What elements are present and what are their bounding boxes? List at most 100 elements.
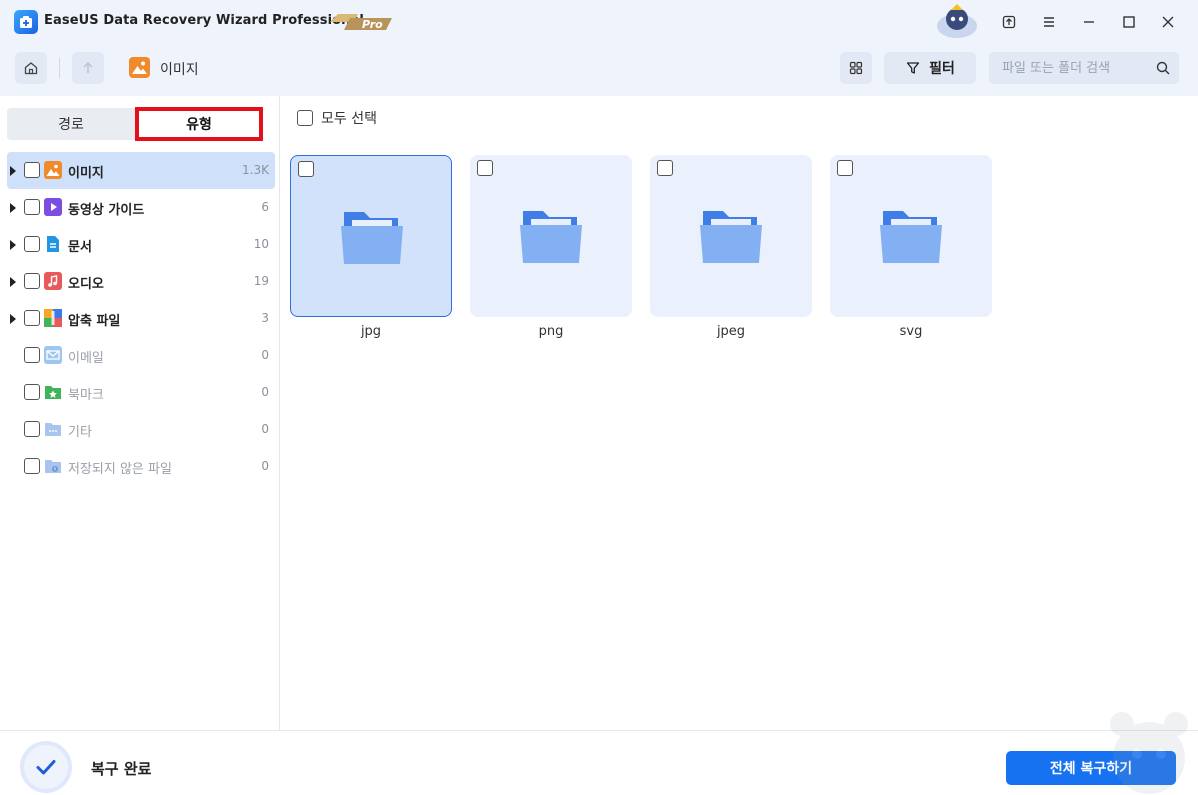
- toolbar-divider: [59, 58, 60, 78]
- folder-name: jpeg: [716, 324, 746, 339]
- email-icon: [44, 346, 62, 364]
- category-row-video[interactable]: 동영상 가이드 6: [7, 189, 275, 226]
- filter-icon: [906, 62, 920, 74]
- checkmark-icon: [20, 741, 72, 793]
- expand-arrow-icon[interactable]: [10, 203, 16, 213]
- category-label: 압축 파일: [68, 314, 121, 329]
- category-count: 10: [253, 237, 269, 251]
- folder-checkbox[interactable]: [837, 160, 853, 176]
- maximize-icon[interactable]: [1116, 9, 1142, 35]
- category-count: 19: [253, 274, 269, 288]
- status-label: 복구 완료: [91, 760, 152, 778]
- category-checkbox[interactable]: [24, 384, 40, 400]
- category-checkbox[interactable]: [24, 458, 40, 474]
- category-row-image[interactable]: 이미지 1.3K: [7, 152, 275, 189]
- menu-icon[interactable]: [1036, 9, 1062, 35]
- filter-button[interactable]: 필터: [884, 52, 976, 84]
- folder-icon: [880, 211, 942, 263]
- search-box: [989, 52, 1179, 84]
- folder-card-svg[interactable]: [830, 155, 992, 317]
- export-icon[interactable]: [996, 9, 1022, 35]
- select-all[interactable]: 모두 선택: [297, 108, 377, 128]
- category-row-other[interactable]: 기타 0: [7, 411, 275, 448]
- unsaved-file-icon: [44, 457, 62, 475]
- category-checkbox[interactable]: [24, 273, 40, 289]
- footer-bar: 복구 완료 전체 복구하기: [0, 730, 1198, 795]
- select-all-label: 모두 선택: [321, 111, 377, 127]
- folder-icon: [700, 211, 762, 263]
- archive-icon: [44, 309, 62, 327]
- category-label: 동영상 가이드: [68, 203, 145, 218]
- category-row-archive[interactable]: 압축 파일 3: [7, 300, 275, 337]
- category-label: 문서: [68, 240, 92, 255]
- search-icon[interactable]: [1155, 60, 1171, 76]
- sidebar: 경로 유형 이미지 1.3K 동영상 가이드 6 문서 10 오디오 19 압축…: [0, 96, 280, 730]
- document-icon: [44, 235, 62, 253]
- expand-arrow-icon[interactable]: [10, 166, 16, 176]
- video-icon: [44, 198, 62, 216]
- category-label: 북마크: [68, 388, 104, 403]
- folder-checkbox[interactable]: [298, 161, 314, 177]
- category-row-audio[interactable]: 오디오 19: [7, 263, 275, 300]
- category-count: 0: [261, 348, 269, 362]
- home-icon: [24, 62, 38, 75]
- minimize-icon[interactable]: [1076, 9, 1102, 35]
- toolbar: 이미지 필터: [0, 44, 1198, 96]
- category-label: 이미지: [68, 166, 104, 181]
- audio-icon: [44, 272, 62, 290]
- category-count: 1.3K: [242, 163, 269, 177]
- pro-badge: Pro: [330, 14, 392, 31]
- folder-card-jpeg[interactable]: [650, 155, 812, 317]
- view-tabs: 경로 유형: [7, 107, 263, 141]
- category-row-document[interactable]: 문서 10: [7, 226, 275, 263]
- folder-icon: [520, 211, 582, 263]
- tab-type[interactable]: 유형: [135, 107, 263, 141]
- folder-card-jpg[interactable]: [290, 155, 452, 317]
- folder-name: png: [538, 324, 564, 339]
- search-input[interactable]: [989, 52, 1149, 84]
- category-checkbox[interactable]: [24, 162, 40, 178]
- folder-name: svg: [899, 324, 923, 339]
- filter-label: 필터: [929, 61, 955, 77]
- category-count: 0: [261, 385, 269, 399]
- bookmark-icon: [44, 383, 62, 401]
- folder-card-png[interactable]: [470, 155, 632, 317]
- file-grid-area: 모두 선택 jpg png jpeg svg: [281, 96, 1198, 730]
- folder-checkbox[interactable]: [657, 160, 673, 176]
- view-toggle-button[interactable]: [840, 52, 872, 84]
- category-row-unsaved[interactable]: 저장되지 않은 파일 0: [7, 448, 275, 485]
- mascot-watermark-icon: [1110, 712, 1188, 794]
- close-icon[interactable]: [1155, 9, 1181, 35]
- category-row-bookmark[interactable]: 북마크 0: [7, 374, 275, 411]
- select-all-checkbox[interactable]: [297, 110, 313, 126]
- other-icon: [44, 420, 62, 438]
- category-checkbox[interactable]: [24, 421, 40, 437]
- category-count: 0: [261, 422, 269, 436]
- expand-arrow-icon[interactable]: [10, 314, 16, 324]
- category-checkbox[interactable]: [24, 347, 40, 363]
- category-label: 기타: [68, 425, 92, 440]
- home-button[interactable]: [15, 52, 47, 84]
- image-icon: [129, 57, 150, 78]
- app-title: EaseUS Data Recovery Wizard Professional: [44, 13, 364, 28]
- category-row-email[interactable]: 이메일 0: [7, 337, 275, 374]
- category-checkbox[interactable]: [24, 236, 40, 252]
- image-icon: [44, 161, 62, 179]
- folder-name: jpg: [360, 324, 382, 339]
- category-label: 오디오: [68, 277, 104, 292]
- tab-path[interactable]: 경로: [7, 108, 135, 140]
- category-count: 0: [261, 459, 269, 473]
- app-logo-icon: [14, 10, 38, 34]
- category-checkbox[interactable]: [24, 199, 40, 215]
- folder-checkbox[interactable]: [477, 160, 493, 176]
- category-checkbox[interactable]: [24, 310, 40, 326]
- expand-arrow-icon[interactable]: [10, 240, 16, 250]
- title-bar: EaseUS Data Recovery Wizard Professional…: [0, 0, 1198, 44]
- breadcrumb[interactable]: 이미지: [160, 59, 199, 79]
- pro-badge-label: Pro: [362, 18, 383, 31]
- up-button[interactable]: [72, 52, 104, 84]
- assistant-avatar-icon[interactable]: [934, 2, 980, 40]
- category-count: 6: [261, 200, 269, 214]
- expand-arrow-icon[interactable]: [10, 277, 16, 287]
- category-count: 3: [261, 311, 269, 325]
